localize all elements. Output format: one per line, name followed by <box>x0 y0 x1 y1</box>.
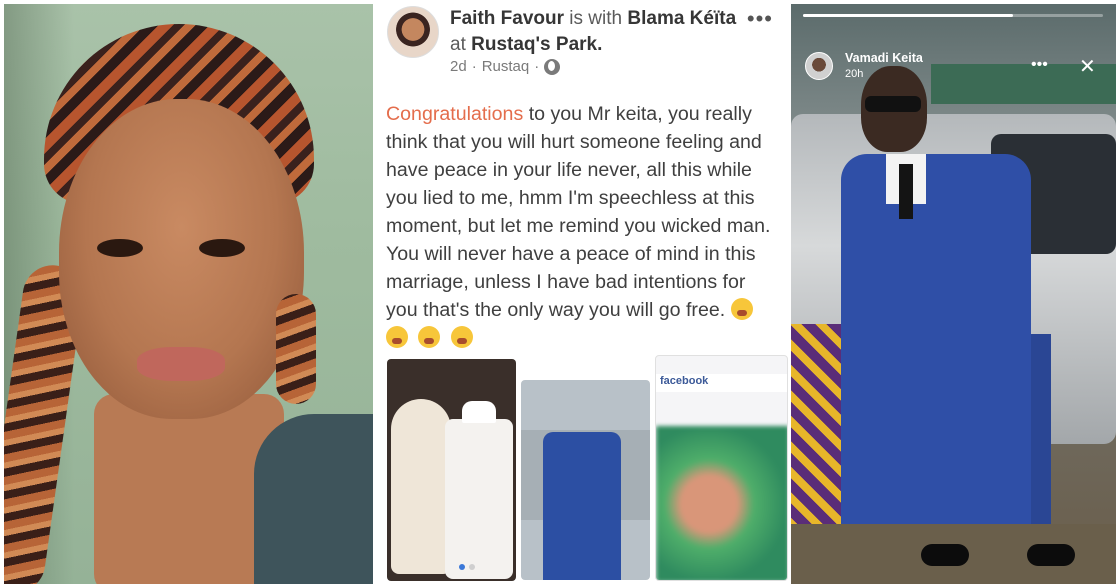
author-name[interactable]: Faith Favour <box>450 8 564 29</box>
crying-face-emoji <box>386 326 408 348</box>
meta-separator: · <box>471 58 477 75</box>
author-avatar[interactable] <box>387 6 439 58</box>
post-location: Rustaq <box>481 58 530 75</box>
lips <box>137 347 225 381</box>
more-icon[interactable]: ••• <box>747 6 773 32</box>
blue-suit <box>543 432 621 580</box>
facebook-logo: facebook <box>660 375 709 387</box>
face <box>59 99 304 419</box>
facebook-bar: facebook <box>656 374 787 392</box>
post-text: Congratulations to you Mr keita, you rea… <box>386 100 778 352</box>
carousel-dot[interactable] <box>469 564 475 570</box>
crying-face-emoji <box>450 326 473 348</box>
post-body: to you Mr keita, you really think that y… <box>386 103 771 321</box>
blurred-image <box>656 426 787 580</box>
close-icon[interactable]: ✕ <box>1079 54 1096 79</box>
story-avatar[interactable] <box>805 52 833 80</box>
top-strap <box>254 414 373 584</box>
white-cap <box>462 401 496 423</box>
braid-right <box>276 294 316 404</box>
story-author[interactable]: Vamadi Keita <box>845 51 923 65</box>
tagged-name[interactable]: Blama Kéïta <box>627 8 736 29</box>
highlight-word[interactable]: Congratulations <box>386 103 523 125</box>
globe-icon <box>544 58 561 75</box>
story-progress-fill <box>803 14 1013 17</box>
post-header: Faith Favour is with Blama Kéïta at Rust… <box>383 4 783 84</box>
story-photo: Vamadi Keita 20h ••• ✕ <box>791 4 1116 584</box>
crying-face-emoji <box>418 326 441 348</box>
with-text: is with <box>569 8 623 29</box>
carousel-dots[interactable] <box>459 564 475 570</box>
sunglasses <box>865 96 921 112</box>
carousel-dot-active[interactable] <box>459 564 465 570</box>
blue-suit-jacket <box>841 154 1031 534</box>
eye-right <box>199 239 245 257</box>
portrait-photo <box>4 4 373 584</box>
story-time: 20h <box>845 68 864 80</box>
wedding-photo-thumbnail[interactable] <box>387 359 516 581</box>
suit-photo-thumbnail[interactable] <box>521 380 650 580</box>
shoe-left <box>921 544 969 566</box>
black-tie <box>899 164 913 219</box>
meta-separator-2: · <box>534 58 540 75</box>
author-line: Faith Favour is with Blama Kéïta at Rust… <box>450 6 750 58</box>
bride <box>391 399 451 574</box>
shoe-right <box>1027 544 1075 566</box>
crying-face-emoji <box>730 298 753 320</box>
at-text: at <box>450 34 466 55</box>
story-progress-bar <box>803 14 1103 17</box>
eye-left <box>97 239 143 257</box>
more-icon[interactable]: ••• <box>1031 56 1048 74</box>
post-time[interactable]: 2d <box>450 58 467 75</box>
groom <box>445 419 513 579</box>
facebook-post: Faith Favour is with Blama Kéïta at Rust… <box>375 4 788 584</box>
place-name[interactable]: Rustaq's Park. <box>471 34 602 55</box>
screenshot-thumbnail[interactable]: facebook <box>655 355 788 581</box>
post-meta: 2d · Rustaq · <box>450 58 561 75</box>
